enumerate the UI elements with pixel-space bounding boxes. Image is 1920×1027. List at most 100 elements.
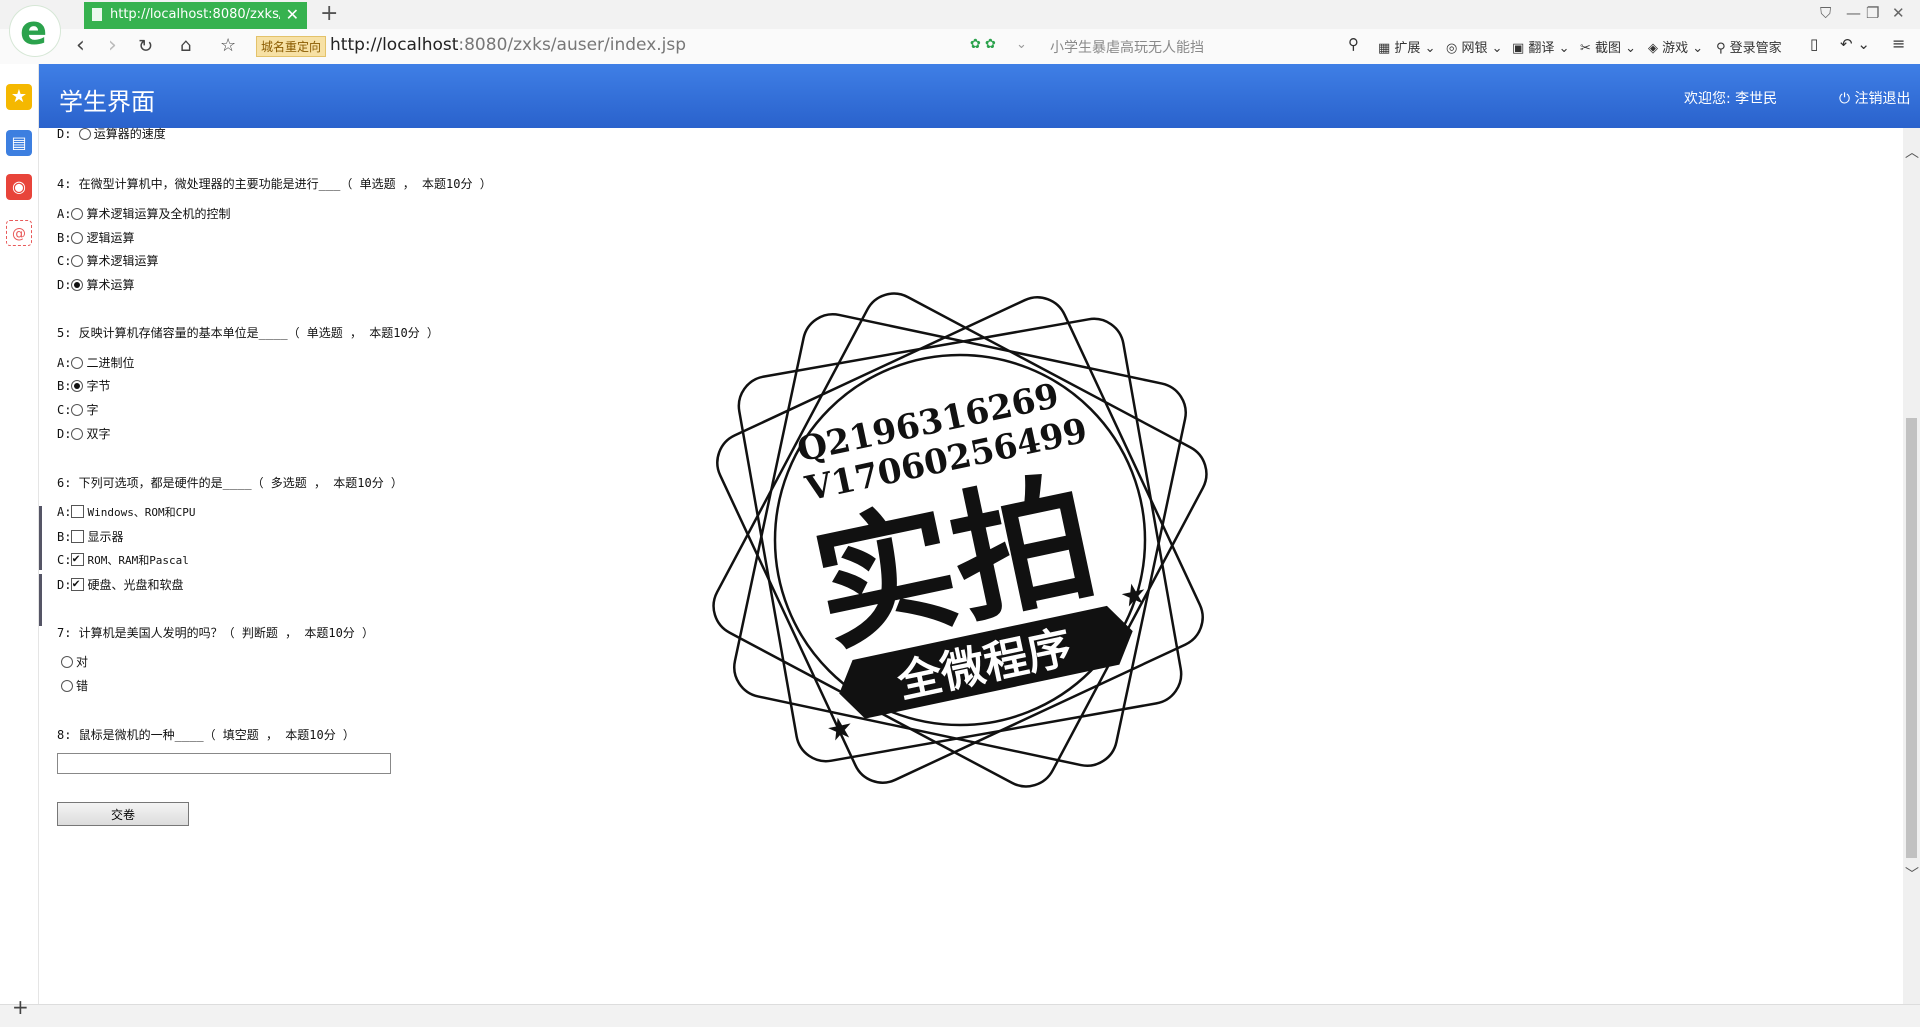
tab-title: http://localhost:8080/zxks/au [110,7,280,22]
radio-button[interactable] [71,232,84,244]
q8-answer-input[interactable] [57,753,391,774]
option-prefix: A: [57,207,72,221]
refresh-icon[interactable]: ↻ [138,36,153,57]
option-text: 字节 [86,379,111,393]
q7-option-false[interactable]: 错 [61,677,88,694]
screenshot-button[interactable]: ✂ 截图 ⌄ [1580,37,1636,56]
home-icon[interactable]: ⌂ [180,35,191,56]
scroll-down-icon[interactable]: ﹀ [1905,864,1919,884]
q5-option-d[interactable]: D: 双字 [57,425,110,442]
radio-button-selected[interactable] [71,279,84,291]
address-bar: ‹ › ↻ ⌂ ☆ 城名重定向 http://localhost:8080/zx… [0,29,1920,65]
question-8-title: 8: 鼠标是微机的一种____（ 填空题 ， 本题10分 ） [57,728,355,742]
option-text: 字 [86,403,99,417]
q3-option-d[interactable]: D: 运算器的速度 [57,125,166,142]
q4-option-a[interactable]: A: 算术逻辑运算及全机的控制 [57,205,230,222]
radio-button[interactable] [71,404,84,416]
q6-option-c[interactable]: C: ROM、RAM和Pascal [57,551,189,568]
restore-button[interactable]: ❐ [1866,4,1879,22]
option-text: 二进制位 [86,356,135,370]
security-icon[interactable]: ✿ ✿ [970,37,996,52]
radio-button[interactable] [71,208,84,220]
q6-option-a[interactable]: A: Windows、ROM和CPU [57,504,196,520]
submit-button[interactable]: 交卷 [57,802,189,826]
q4-option-c[interactable]: C: 算术逻辑运算 [57,252,158,269]
netbank-button[interactable]: ◎ 网银 ⌄ [1446,37,1503,56]
close-window-button[interactable]: ✕ [1892,4,1905,22]
redirect-badge[interactable]: 城名重定向 [256,36,327,57]
scrollbar-thumb[interactable] [1906,418,1917,858]
q6-option-d[interactable]: D: 硬盘、光盘和软盘 [57,576,183,593]
url-field[interactable]: http://localhost:8080/zxks/auser/index.j… [330,35,686,55]
checkbox[interactable] [71,505,85,518]
browser-logo: e [10,6,60,56]
page-icon [92,8,102,21]
login-manager-button[interactable]: ⚲ 登录管家 [1716,37,1782,56]
weibo-icon[interactable]: ◉ [6,174,32,200]
mail-icon[interactable]: @ [6,220,32,246]
radio-button[interactable] [61,680,73,692]
reader-icon[interactable]: ▤ [6,130,32,156]
radio-button[interactable] [71,357,84,369]
minimize-button[interactable]: — [1846,4,1861,22]
add-icon[interactable]: + [12,995,29,1019]
question-6-title: 6: 下列可选项，都是硬件的是____（ 多选题 ， 本题10分 ） [57,476,403,490]
checkbox-checked[interactable] [71,551,85,566]
translate-button[interactable]: ▣ 翻译 ⌄ [1512,37,1569,56]
undo-icon[interactable]: ↶ ⌄ [1840,35,1870,53]
q6-option-b[interactable]: B: 显示器 [57,528,123,545]
games-button[interactable]: ◈ 游戏 ⌄ [1648,37,1703,56]
search-icon[interactable]: ⚲ [1348,35,1359,53]
checkbox-checked[interactable] [71,576,85,591]
new-tab-button[interactable]: + [320,1,338,26]
option-prefix: B: [57,530,72,544]
option-prefix: A: [57,356,72,370]
q5-option-c[interactable]: C: 字 [57,401,98,418]
games-label: 游戏 [1662,41,1689,56]
option-text: 对 [76,655,89,669]
side-marker [39,506,42,570]
scroll-up-icon[interactable]: ︿ [1905,142,1919,162]
star-icon: ★ [1117,576,1151,616]
extensions-label: 扩展 [1394,41,1421,56]
reading-icon[interactable]: ▯ [1810,35,1818,53]
radio-button[interactable] [71,428,84,440]
netbank-label: 网银 [1461,41,1488,56]
option-text: 显示器 [87,530,124,544]
browser-tab[interactable]: http://localhost:8080/zxks/au ✕ [84,2,307,29]
logout-link[interactable]: ⏻ 注销退出 [1839,88,1911,108]
option-text: 算术逻辑运算 [86,254,159,268]
q5-option-b[interactable]: B: 字节 [57,377,110,394]
screenshot-label: 截图 [1595,41,1622,56]
radio-button[interactable] [78,128,91,140]
back-icon[interactable]: ‹ [76,33,85,58]
radio-button[interactable] [71,255,84,267]
q7-option-true[interactable]: 对 [61,653,88,670]
power-icon: ⏻ [1839,91,1851,107]
option-prefix: B: [57,379,72,393]
radio-button-selected[interactable] [71,380,84,392]
app-header: 学生界面 欢迎您: 李世民 ⏻ 注销退出 [39,64,1920,128]
shirt-icon[interactable]: ⛉ [1820,4,1831,22]
close-tab-icon[interactable]: ✕ [286,5,299,24]
login-manager-label: 登录管家 [1729,41,1782,56]
q4-option-d[interactable]: D: 算术运算 [57,276,134,293]
option-text: 双字 [86,427,111,441]
option-text: 错 [76,679,89,693]
extensions-button[interactable]: ▦ 扩展 ⌄ [1378,37,1435,56]
option-text: Windows、ROM和CPU [87,506,196,519]
checkbox[interactable] [71,530,85,543]
q5-option-a[interactable]: A: 二进制位 [57,354,134,371]
q4-option-b[interactable]: B: 逻辑运算 [57,229,134,246]
translate-label: 翻译 [1528,41,1555,56]
forward-icon[interactable]: › [108,33,117,58]
star-icon[interactable]: ☆ [220,35,236,56]
vertical-scrollbar[interactable]: ︿ ﹀ [1903,128,1920,1004]
radio-button[interactable] [61,656,73,668]
logout-label: 注销退出 [1854,91,1911,107]
menu-icon[interactable]: ≡ [1892,34,1905,53]
search-input[interactable]: 小学生暴虐高玩无人能挡 [1050,37,1204,57]
dropdown-icon[interactable]: ⌄ [1016,37,1027,52]
browser-sidebar: ★ ▤ ◉ @ [0,64,39,1004]
favorites-icon[interactable]: ★ [6,84,32,110]
